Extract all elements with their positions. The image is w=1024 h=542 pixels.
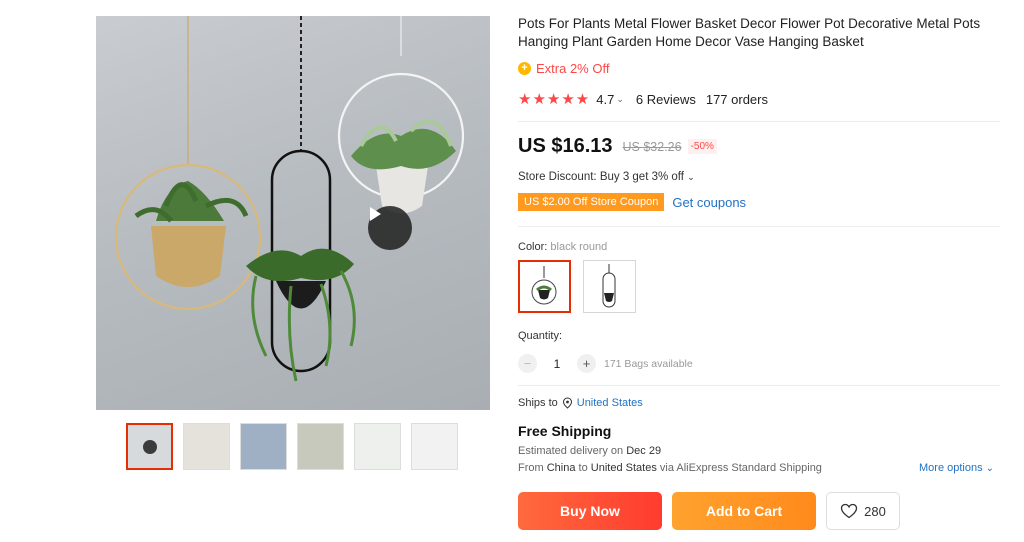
- store-coupon-badge[interactable]: US $2.00 Off Store Coupon: [518, 193, 665, 211]
- rating-row: ★★★★★ 4.7 ⌄ 6 Reviews 177 orders: [518, 90, 768, 108]
- ships-to-row: Ships to United States: [518, 397, 643, 409]
- orders-count: 177 orders: [705, 91, 768, 107]
- reviews-link[interactable]: 6 Reviews: [636, 92, 696, 107]
- route-prefix: From: [518, 462, 547, 474]
- wishlist-button[interactable]: 280: [826, 492, 900, 530]
- product-title: Pots For Plants Metal Flower Basket Deco…: [518, 16, 981, 49]
- ships-to-label: Ships to: [518, 397, 558, 409]
- thumbnail-1[interactable]: [126, 423, 173, 470]
- more-options-label: More options: [919, 462, 983, 474]
- hanging-planters-illustration: [114, 16, 465, 382]
- route-suffix: via AliExpress Standard Shipping: [656, 462, 822, 474]
- divider: [518, 385, 1000, 386]
- divider: [518, 226, 1000, 227]
- route-mid: to: [575, 462, 591, 474]
- discount-badge: -50%: [687, 139, 717, 154]
- color-label-text: Color:: [518, 241, 551, 253]
- shipping-title: Free Shipping: [518, 423, 612, 439]
- quantity-value[interactable]: 1: [537, 357, 577, 371]
- wishlist-count: 280: [864, 503, 886, 519]
- availability-text: 171 Bags available: [604, 357, 693, 370]
- current-price: US $16.13: [518, 135, 613, 157]
- destination-country: United States: [590, 462, 657, 474]
- buy-now-button[interactable]: Buy Now: [518, 492, 662, 530]
- add-to-cart-button[interactable]: Add to Cart: [672, 492, 816, 530]
- estimated-delivery-prefix: Estimated delivery on: [518, 445, 627, 457]
- estimated-delivery-date: Dec 29: [626, 445, 662, 457]
- rating-value[interactable]: 4.7: [596, 92, 614, 107]
- chevron-down-icon: ⌄: [985, 463, 995, 474]
- more-options-link[interactable]: More options ⌄: [919, 462, 994, 474]
- chevron-down-icon: ⌄: [687, 172, 695, 182]
- swatch-black-round[interactable]: [518, 260, 571, 313]
- play-icon: [370, 207, 381, 221]
- thumbnail-6[interactable]: [411, 423, 458, 470]
- price-row: US $16.13 US $32.26 -50%: [518, 135, 717, 158]
- origin-country: China: [546, 462, 576, 474]
- decrease-quantity-button[interactable]: −: [518, 354, 537, 373]
- shipping-route: From China to United States via AliExpre…: [518, 462, 822, 474]
- store-discount[interactable]: Store Discount: Buy 3 get 3% off ⌄: [518, 171, 695, 183]
- increase-quantity-button[interactable]: +: [577, 354, 596, 373]
- thumbnail-2[interactable]: [183, 423, 230, 470]
- main-product-image[interactable]: [96, 16, 490, 410]
- coin-icon: +: [518, 62, 531, 75]
- quantity-stepper: − 1 + 171 Bags available: [518, 354, 693, 373]
- get-coupons-link[interactable]: Get coupons: [672, 195, 746, 210]
- color-value: black round: [550, 241, 608, 253]
- play-icon: [143, 440, 157, 454]
- extra-discount-label: Extra 2% Off: [536, 61, 610, 76]
- ships-to-country[interactable]: United States: [577, 397, 643, 409]
- thumbnail-5[interactable]: [354, 423, 401, 470]
- original-price: US $32.26: [622, 139, 682, 154]
- thumbnail-strip: [126, 423, 458, 470]
- estimated-delivery: Estimated delivery on Dec 29: [518, 445, 661, 457]
- thumbnail-4[interactable]: [297, 423, 344, 470]
- chevron-down-icon[interactable]: ⌄: [616, 94, 624, 105]
- store-discount-label: Store Discount: Buy 3 get 3% off: [518, 171, 684, 183]
- planter-thumbnail: [602, 264, 616, 308]
- heart-icon: [840, 503, 858, 519]
- divider: [518, 121, 1000, 122]
- extra-discount: + Extra 2% Off: [518, 61, 609, 76]
- quantity-label: Quantity:: [518, 330, 563, 342]
- coupon-row: US $2.00 Off Store Coupon Get coupons: [518, 193, 746, 211]
- color-swatches: [518, 260, 636, 313]
- color-label: Color: black round: [518, 241, 607, 253]
- planter-thumbnail: [531, 266, 557, 305]
- rating-stars: ★★★★★: [518, 91, 591, 108]
- location-pin-icon: [562, 397, 572, 409]
- swatch-black-oval[interactable]: [583, 260, 636, 313]
- thumbnail-3[interactable]: [240, 423, 287, 470]
- play-video-button[interactable]: [368, 206, 412, 250]
